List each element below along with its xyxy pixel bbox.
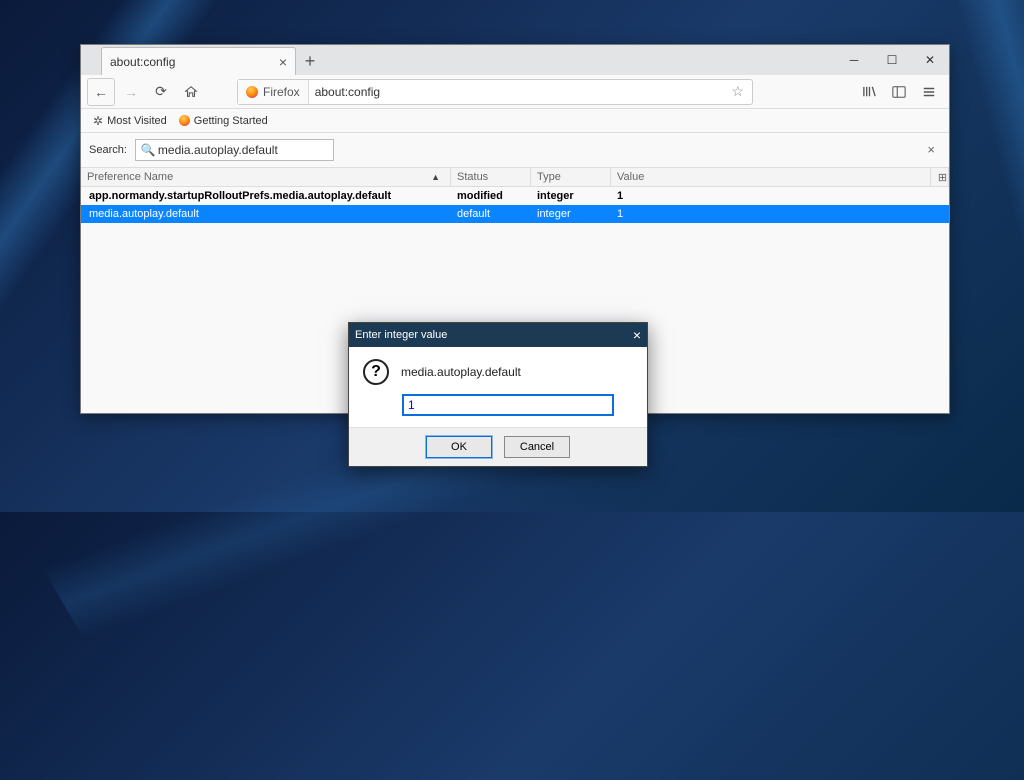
- search-icon: 🔍: [141, 143, 156, 157]
- dialog-pref-name: media.autoplay.default: [401, 365, 521, 379]
- gear-icon: ✲: [93, 114, 103, 128]
- col-type[interactable]: Type: [531, 168, 611, 186]
- menu-button[interactable]: [915, 78, 943, 106]
- bookmark-most-visited[interactable]: ✲ Most Visited: [93, 114, 167, 128]
- column-picker-icon[interactable]: ⊞: [931, 168, 949, 186]
- cell-name: media.autoplay.default: [81, 208, 451, 220]
- tab-title: about:config: [110, 55, 175, 69]
- search-label: Search:: [89, 144, 127, 156]
- maximize-button[interactable]: ☐: [873, 45, 911, 75]
- col-value[interactable]: Value: [611, 168, 931, 186]
- cell-status: modified: [451, 190, 531, 202]
- cell-value: 1: [611, 190, 949, 202]
- integer-input[interactable]: [403, 395, 613, 415]
- tab-strip: about:config × + ─ ☐ ✕: [81, 45, 949, 75]
- search-row: Search: 🔍 ×: [81, 133, 949, 167]
- ok-button[interactable]: OK: [426, 436, 492, 458]
- close-window-button[interactable]: ✕: [911, 45, 949, 75]
- col-preference-name[interactable]: Preference Name ▲: [81, 168, 451, 186]
- integer-dialog: Enter integer value × ? media.autoplay.d…: [348, 322, 648, 467]
- window-controls: ─ ☐ ✕: [835, 45, 949, 75]
- bookmark-star-icon[interactable]: ☆: [723, 83, 752, 100]
- pref-row[interactable]: media.autoplay.defaultdefaultinteger1: [81, 205, 949, 223]
- cell-name: app.normandy.startupRolloutPrefs.media.a…: [81, 190, 451, 202]
- close-icon[interactable]: ×: [633, 327, 641, 343]
- library-icon[interactable]: [855, 78, 883, 106]
- new-tab-button[interactable]: +: [296, 47, 324, 75]
- clear-search-icon[interactable]: ×: [927, 142, 935, 157]
- firefox-icon: [246, 86, 258, 98]
- dialog-title: Enter integer value: [355, 329, 447, 341]
- identity-box[interactable]: Firefox: [238, 80, 309, 104]
- pref-rows: app.normandy.startupRolloutPrefs.media.a…: [81, 187, 949, 223]
- cancel-button[interactable]: Cancel: [504, 436, 570, 458]
- cell-status: default: [451, 208, 531, 220]
- url-bar[interactable]: Firefox ☆: [237, 79, 753, 105]
- browser-tab[interactable]: about:config ×: [101, 47, 296, 75]
- pref-row[interactable]: app.normandy.startupRolloutPrefs.media.a…: [81, 187, 949, 205]
- back-button[interactable]: ←: [87, 78, 115, 106]
- bookmark-label: Getting Started: [194, 115, 268, 127]
- firefox-icon: [179, 115, 190, 126]
- bookmark-getting-started[interactable]: Getting Started: [179, 115, 268, 127]
- forward-button[interactable]: →: [117, 78, 145, 106]
- sidebar-icon[interactable]: [885, 78, 913, 106]
- bookmark-label: Most Visited: [107, 115, 167, 127]
- home-button[interactable]: [177, 78, 205, 106]
- sort-asc-icon: ▲: [431, 172, 440, 182]
- url-input[interactable]: [309, 85, 724, 99]
- reload-button[interactable]: ⟳: [147, 78, 175, 106]
- identity-label: Firefox: [263, 85, 300, 99]
- cell-value: 1: [611, 208, 949, 220]
- question-icon: ?: [363, 359, 389, 385]
- cell-type: integer: [531, 190, 611, 202]
- minimize-button[interactable]: ─: [835, 45, 873, 75]
- search-input[interactable]: [135, 139, 334, 161]
- cell-type: integer: [531, 208, 611, 220]
- close-icon[interactable]: ×: [279, 54, 287, 70]
- bookmarks-toolbar: ✲ Most Visited Getting Started: [81, 109, 949, 133]
- col-status[interactable]: Status: [451, 168, 531, 186]
- column-headers: Preference Name ▲ Status Type Value ⊞: [81, 167, 949, 187]
- dialog-titlebar[interactable]: Enter integer value ×: [349, 323, 647, 347]
- nav-toolbar: ← → ⟳ Firefox ☆: [81, 75, 949, 109]
